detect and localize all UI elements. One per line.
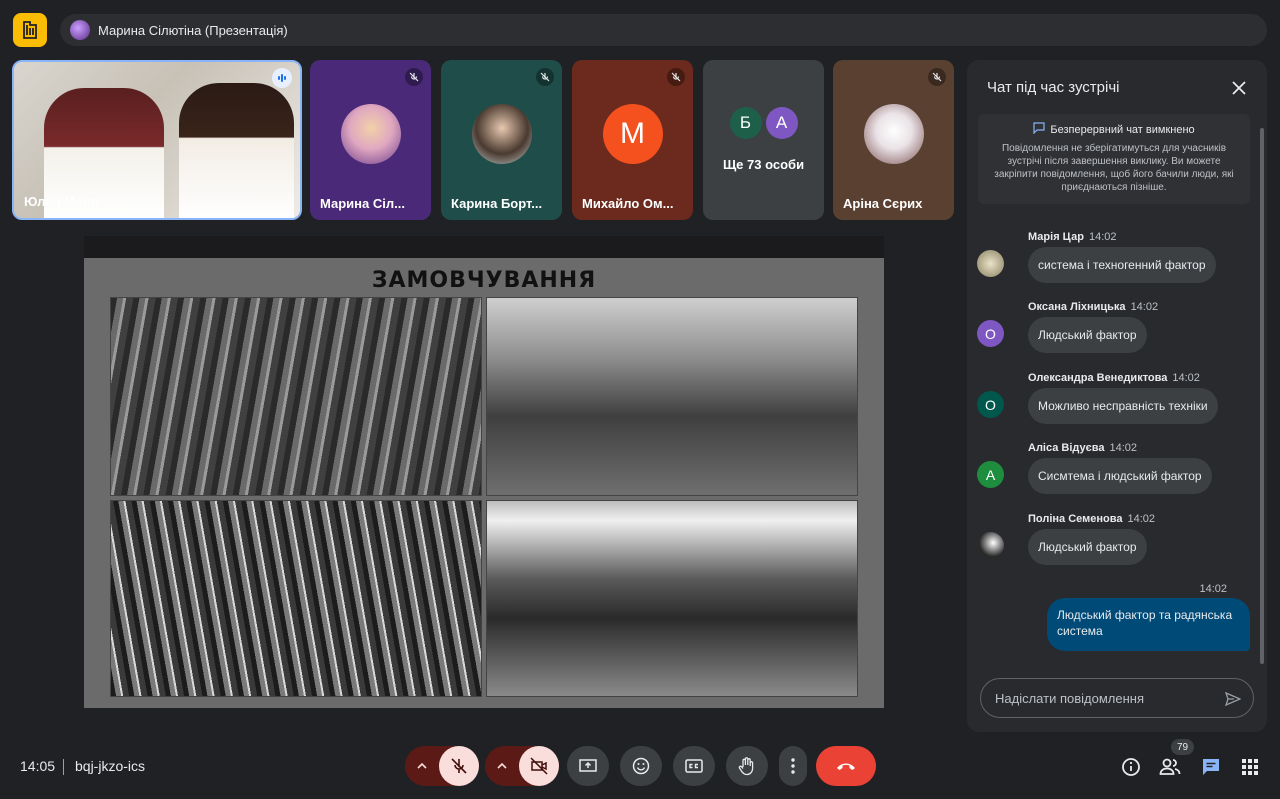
message-author: Оксана Ліхницька — [1028, 301, 1126, 313]
clock: 14:05 — [20, 758, 56, 774]
message-author: Аліса Відуєва — [1028, 442, 1105, 454]
own-message-time: 14:02 — [1199, 583, 1227, 595]
mic-off-button[interactable] — [439, 746, 479, 786]
message-author: Олександра Венедиктова — [1028, 372, 1168, 384]
more-participants-label: Ще 73 особи — [722, 157, 805, 172]
mic-control-group — [405, 746, 479, 786]
message-bubble: Сисмтема і людський фактор — [1028, 458, 1212, 494]
send-icon[interactable] — [1223, 689, 1243, 709]
participant-name: Юлия Моря — [24, 194, 99, 209]
people-icon[interactable] — [1159, 756, 1181, 778]
chat-scrollbar[interactable] — [1260, 128, 1264, 664]
message-time: 14:02 — [1130, 301, 1159, 313]
camera-off-button[interactable] — [519, 746, 559, 786]
present-screen-button[interactable] — [567, 746, 609, 786]
message-time: 14:02 — [1172, 372, 1200, 384]
speaking-indicator-icon — [272, 68, 292, 88]
emoji-reaction-button[interactable] — [620, 746, 662, 786]
message-input-placeholder: Надіслати повідомлення — [995, 690, 1144, 706]
mic-off-icon — [667, 68, 685, 86]
mini-avatar: Б — [729, 107, 762, 139]
close-icon[interactable] — [1229, 78, 1249, 98]
notice-head: Безперервний чат вимкнено — [992, 122, 1236, 137]
participant-avatar — [340, 104, 401, 164]
mic-off-icon — [536, 68, 554, 86]
slide-photo-children — [486, 500, 858, 697]
participant-name: Аріна Сєрих — [843, 196, 923, 211]
avatar — [977, 250, 1004, 277]
mini-avatar: А — [765, 107, 798, 139]
captions-button[interactable] — [673, 746, 715, 786]
presentation-slide[interactable]: ЗАМОВЧУВАННЯ — [84, 258, 884, 708]
chat-panel: Чат під час зустрічі Безперервний чат ви… — [967, 60, 1267, 732]
participant-initial: М — [602, 104, 663, 164]
slide-photo-soldiers — [486, 297, 858, 496]
chevron-up-icon[interactable] — [412, 756, 432, 776]
avatar: О — [977, 320, 1004, 347]
end-call-button[interactable] — [816, 746, 876, 786]
app-logo-icon[interactable] — [13, 13, 47, 47]
message-bubble: система і техногенний фактор — [1028, 247, 1216, 283]
mic-off-icon — [405, 68, 423, 86]
more-options-button[interactable] — [779, 746, 807, 786]
participant-tile-marina[interactable]: Марина Сіл... — [310, 60, 431, 220]
camera-control-group — [485, 746, 559, 786]
message-author: Марія Цар — [1028, 231, 1084, 243]
slide-title: ЗАМОВЧУВАННЯ — [371, 268, 597, 293]
avatar: А — [977, 461, 1004, 488]
notice-body: Повідомлення не зберігатимуться для учас… — [994, 143, 1234, 193]
activities-icon[interactable] — [1239, 756, 1261, 778]
message-bubble: Людський фактор — [1028, 317, 1147, 353]
message-time: 14:02 — [1127, 513, 1156, 525]
meeting-code: bqj-jkzo-ics — [75, 758, 146, 774]
chat-title: Чат під час зустрічі — [987, 79, 1120, 96]
participant-avatar — [471, 104, 532, 164]
avatar: О — [977, 391, 1004, 418]
participant-tile-arina[interactable]: Аріна Сєрих — [833, 60, 954, 220]
participant-tile-mykhailo[interactable]: М Михайло Ом... — [572, 60, 693, 220]
message-time: 14:02 — [1109, 442, 1137, 454]
meeting-info-icon[interactable] — [1120, 756, 1142, 778]
participant-tile-karina[interactable]: Карина Борт... — [441, 60, 562, 220]
more-participants-tile[interactable]: Б А Ще 73 особи — [703, 60, 824, 220]
participant-name: Марина Сіл... — [320, 196, 405, 211]
participant-name: Карина Борт... — [451, 196, 543, 211]
participant-avatar — [863, 104, 924, 164]
mic-off-icon — [928, 68, 946, 86]
meet-app: Марина Сілютіна (Презентація) Юлия Моря … — [0, 0, 1280, 799]
person-right — [179, 83, 294, 218]
chat-icon[interactable] — [1200, 756, 1222, 778]
message-bubble: Людський фактор — [1028, 529, 1147, 565]
chevron-up-icon[interactable] — [492, 756, 512, 776]
notice-head-text: Безперервний чат вимкнено — [1050, 123, 1195, 136]
participant-name: Михайло Ом... — [582, 196, 674, 211]
message-time: 14:02 — [1088, 231, 1117, 243]
presenter-bar[interactable]: Марина Сілютіна (Презентація) — [60, 14, 1267, 46]
more-avatars: Б А — [729, 107, 798, 139]
participants-count-badge: 79 — [1171, 739, 1194, 755]
message-input[interactable]: Надіслати повідомлення — [980, 678, 1254, 718]
slide-photo-crowd — [110, 297, 482, 496]
raise-hand-button[interactable] — [726, 746, 768, 786]
participant-tile-video[interactable]: Юлия Моря — [12, 60, 302, 220]
message-author: Поліна Семенова — [1028, 513, 1123, 525]
message-bubble: Можливо несправність техніки — [1028, 388, 1218, 424]
own-message-bubble: Людський фактор та радянська система — [1047, 598, 1250, 651]
avatar — [977, 532, 1004, 559]
presenter-label: Марина Сілютіна (Презентація) — [98, 22, 288, 38]
divider — [63, 759, 64, 775]
presenter-avatar — [70, 20, 90, 40]
chat-notice: Безперервний чат вимкнено Повідомлення н… — [978, 114, 1250, 204]
chat-bubble-icon — [1033, 122, 1045, 137]
slide-photo-parade — [110, 500, 482, 697]
